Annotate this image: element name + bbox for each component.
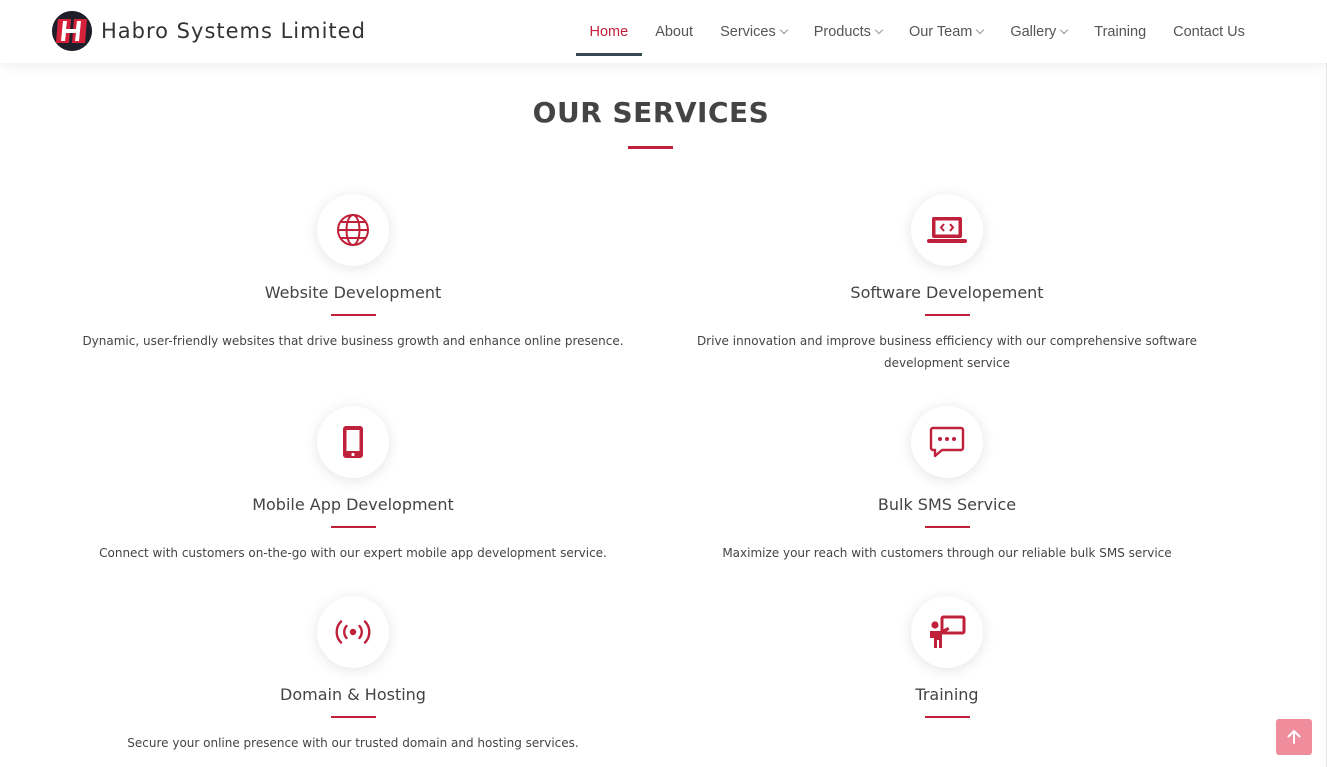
service-card-software[interactable]: Software Developement Drive innovation a… (650, 194, 1244, 374)
laptop-code-icon (911, 194, 983, 266)
chat-dots-icon (911, 406, 983, 478)
presenter-icon (911, 596, 983, 668)
site-header: Habro Systems Limited Home About Service… (0, 0, 1327, 63)
nav-contact-us-label: Contact Us (1173, 23, 1245, 40)
service-title: Software Developement (850, 283, 1044, 302)
service-card-training[interactable]: Training (650, 596, 1244, 732)
logo-icon (52, 11, 92, 51)
nav-home-label: Home (589, 23, 629, 40)
chevron-down-icon (874, 25, 884, 34)
service-card-domain-hosting[interactable]: Domain & Hosting Secure your online pres… (56, 596, 650, 754)
service-description: Maximize your reach with customers throu… (722, 546, 1172, 560)
nav-home[interactable]: Home (576, 0, 642, 63)
nav-contact-us[interactable]: Contact Us (1160, 0, 1259, 63)
card-divider (330, 716, 376, 718)
nav-gallery[interactable]: Gallery (997, 0, 1081, 63)
service-card-bulk-sms[interactable]: Bulk SMS Service Maximize your reach wit… (650, 406, 1244, 564)
nav-about[interactable]: About (642, 0, 707, 63)
brand-name: Habro Systems Limited (101, 19, 366, 43)
globe-icon (317, 194, 389, 266)
service-title: Training (915, 685, 979, 704)
service-title: Mobile App Development (252, 495, 454, 514)
service-title: Domain & Hosting (280, 685, 426, 704)
section-title: OUR SERVICES (532, 96, 770, 129)
back-to-top-button[interactable] (1276, 719, 1312, 755)
service-description: Drive innovation and improve business ef… (696, 334, 1198, 370)
nav-training-label: Training (1094, 23, 1147, 40)
card-divider (330, 526, 376, 528)
chevron-down-icon (976, 25, 985, 34)
nav-services[interactable]: Services (707, 0, 801, 63)
service-card-mobile[interactable]: Mobile App Development Connect with cust… (56, 406, 650, 564)
nav-products[interactable]: Products (800, 0, 895, 63)
service-description: Dynamic, user-friendly websites that dri… (82, 334, 624, 348)
service-title: Bulk SMS Service (877, 495, 1017, 514)
service-description: Secure your online presence with our tru… (127, 736, 579, 750)
nav-about-label: About (655, 23, 694, 40)
card-divider (924, 526, 970, 528)
arrow-up-icon (1287, 730, 1301, 744)
card-divider (330, 314, 376, 316)
nav-our-team-label: Our Team (908, 23, 973, 40)
title-divider (628, 146, 673, 149)
nav-training[interactable]: Training (1081, 0, 1160, 63)
nav-our-team[interactable]: Our Team (895, 0, 996, 63)
service-card-website[interactable]: Website Development Dynamic, user-friend… (56, 194, 650, 352)
service-description: Connect with customers on-the-go with ou… (99, 546, 607, 560)
service-title: Website Development (264, 283, 442, 302)
broadcast-icon (317, 596, 389, 668)
nav-services-label: Services (720, 23, 776, 40)
card-divider (924, 716, 970, 718)
phone-icon (317, 406, 389, 478)
main-nav: Home About Services Products Our Team Ga… (576, 0, 1258, 63)
chevron-down-icon (1060, 25, 1069, 34)
nav-products-label: Products (813, 23, 871, 40)
chevron-down-icon (779, 25, 788, 34)
brand-logo[interactable]: Habro Systems Limited (52, 11, 366, 51)
nav-gallery-label: Gallery (1010, 23, 1057, 40)
card-divider (924, 314, 970, 316)
